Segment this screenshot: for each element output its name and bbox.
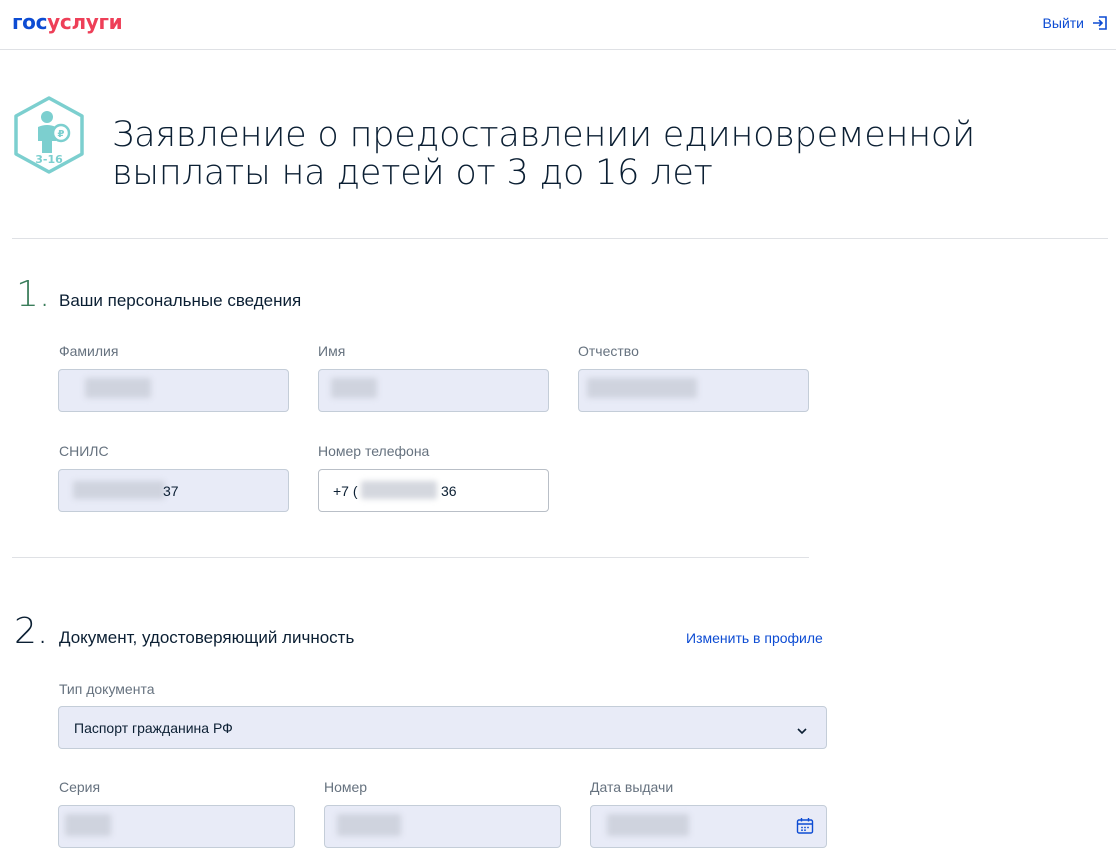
snils-field[interactable]: 37 [58,469,289,512]
exit-label: Выйти [1042,15,1084,31]
surname-field[interactable] [58,369,289,412]
divider [12,557,809,558]
divider [12,238,1108,239]
phone-value: 36 [441,483,457,499]
redacted-value [607,814,689,836]
doc-type-select[interactable]: Паспорт гражданина РФ [58,706,827,749]
redacted-value [337,814,401,836]
child-ruble-icon: ₽ 3-16 [12,95,86,175]
redacted-value [331,378,377,398]
surname-label: Фамилия [59,343,119,359]
change-in-profile-link[interactable]: Изменить в профиле [686,630,823,646]
section-title: Документ, удостоверяющий личность [59,628,355,647]
issue-date-field[interactable] [590,805,827,848]
section-title: Ваши персональные сведения [59,291,302,310]
phone-field[interactable]: +7 ( 36 [318,469,549,512]
number-field[interactable] [324,805,561,848]
chevron-down-icon [796,723,808,741]
svg-text:3-16: 3-16 [35,153,63,166]
patronymic-label: Отчество [578,343,639,359]
series-field[interactable] [58,805,295,848]
snils-value: 37 [163,483,179,499]
name-label: Имя [318,343,346,359]
section-number: 2. [14,611,49,652]
redacted-value [587,378,697,398]
gosuslugi-logo[interactable]: госуслуги [12,10,123,34]
redacted-value [65,814,111,836]
page-title: Заявление о предоставлении единовременно… [112,115,975,193]
redacted-value [361,481,437,499]
section-number: 1. [16,274,51,315]
doc-type-value: Паспорт гражданина РФ [74,720,233,736]
series-label: Серия [59,779,101,795]
phone-label: Номер телефона [318,443,430,459]
number-label: Номер [324,779,368,795]
issue-date-label: Дата выдачи [590,779,674,795]
redacted-value [85,378,151,398]
calendar-icon[interactable] [796,817,814,840]
patronymic-field[interactable] [578,369,809,412]
doc-type-label: Тип документа [59,681,155,697]
exit-icon [1092,15,1108,31]
phone-prefix: +7 ( [333,483,358,499]
name-field[interactable] [318,369,549,412]
redacted-value [73,481,165,499]
svg-text:₽: ₽ [58,129,65,140]
exit-button[interactable]: Выйти [1043,15,1108,31]
top-header: госуслуги Выйти [0,0,1116,50]
snils-label: СНИЛС [59,443,109,459]
